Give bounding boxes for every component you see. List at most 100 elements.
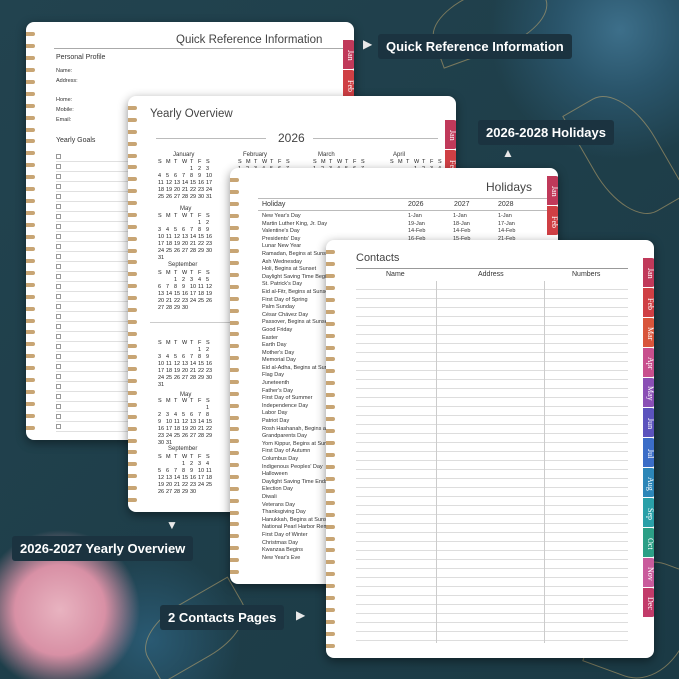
contact-row[interactable] xyxy=(356,551,628,560)
checkbox[interactable] xyxy=(56,184,61,189)
month-tab-may[interactable]: May xyxy=(643,378,654,407)
checkbox[interactable] xyxy=(56,254,61,259)
ring-icon xyxy=(128,486,137,490)
checkbox[interactable] xyxy=(56,194,61,199)
checkbox[interactable] xyxy=(56,224,61,229)
contact-row[interactable] xyxy=(356,506,628,515)
checkbox[interactable] xyxy=(56,314,61,319)
contact-row[interactable] xyxy=(356,398,628,407)
checkbox[interactable] xyxy=(56,264,61,269)
checkbox[interactable] xyxy=(56,324,61,329)
contact-row[interactable] xyxy=(356,353,628,362)
contact-row[interactable] xyxy=(356,434,628,443)
contact-row[interactable] xyxy=(356,488,628,497)
ring-icon xyxy=(26,294,35,299)
ring-icon xyxy=(326,560,335,565)
ring-icon xyxy=(230,546,239,551)
month-tab-jan[interactable]: Jan xyxy=(547,176,558,205)
checkbox[interactable] xyxy=(56,394,61,399)
contact-row[interactable] xyxy=(356,587,628,596)
month-tab-jan[interactable]: Jan xyxy=(445,120,456,149)
month-tabs: Jan Feb xyxy=(343,40,354,99)
month-tab-feb[interactable]: Feb xyxy=(643,288,654,317)
checkbox[interactable] xyxy=(56,174,61,179)
contact-row[interactable] xyxy=(356,497,628,506)
checkbox[interactable] xyxy=(56,244,61,249)
contact-row[interactable] xyxy=(356,443,628,452)
month-tab-jan[interactable]: Jan xyxy=(643,258,654,287)
month-tab-dec[interactable]: Dec xyxy=(643,588,654,617)
contact-row[interactable] xyxy=(356,533,628,542)
checkbox[interactable] xyxy=(56,164,61,169)
ring-icon xyxy=(230,379,239,384)
contact-row[interactable] xyxy=(356,479,628,488)
month-tab-aug[interactable]: Aug xyxy=(643,468,654,497)
contact-row[interactable] xyxy=(356,416,628,425)
contact-row[interactable] xyxy=(356,515,628,524)
contact-row[interactable] xyxy=(356,281,628,290)
holiday-date: 1-Jan xyxy=(408,213,422,219)
contact-row[interactable] xyxy=(356,407,628,416)
contact-row[interactable] xyxy=(356,308,628,317)
checkbox[interactable] xyxy=(56,284,61,289)
holiday-date: 14-Feb xyxy=(453,228,471,235)
month-tab-jul[interactable]: Jul xyxy=(643,438,654,467)
month-label: May xyxy=(180,206,192,212)
contact-row[interactable] xyxy=(356,578,628,587)
checkbox[interactable] xyxy=(56,354,61,359)
checkbox[interactable] xyxy=(56,274,61,279)
checkbox[interactable] xyxy=(56,294,61,299)
contact-row[interactable] xyxy=(356,524,628,533)
checkbox[interactable] xyxy=(56,364,61,369)
checkbox[interactable] xyxy=(56,414,61,419)
contact-row[interactable] xyxy=(356,470,628,479)
contact-row[interactable] xyxy=(356,569,628,578)
month-tab-oct[interactable]: Oct xyxy=(643,528,654,557)
contact-row[interactable] xyxy=(356,380,628,389)
checkbox[interactable] xyxy=(56,344,61,349)
month-tab-jan[interactable]: Jan xyxy=(343,40,354,69)
month-tab-feb[interactable]: Feb xyxy=(343,70,354,99)
field-mobile: Mobile: xyxy=(56,107,74,113)
contact-row[interactable] xyxy=(356,317,628,326)
ring-icon xyxy=(26,67,35,72)
month-tab-feb[interactable]: Feb xyxy=(547,206,558,235)
contact-row[interactable] xyxy=(356,362,628,371)
contact-row[interactable] xyxy=(356,425,628,434)
arrow-icon: ▲ xyxy=(502,146,514,160)
contact-row[interactable] xyxy=(356,371,628,380)
checkbox[interactable] xyxy=(56,424,61,429)
contact-row[interactable] xyxy=(356,560,628,569)
month-tab-jun[interactable]: Jun xyxy=(643,408,654,437)
checkbox[interactable] xyxy=(56,404,61,409)
contact-row[interactable] xyxy=(356,614,628,623)
checkbox[interactable] xyxy=(56,384,61,389)
month-tab-apr[interactable]: Apr xyxy=(643,348,654,377)
checkbox[interactable] xyxy=(56,154,61,159)
contact-row[interactable] xyxy=(356,326,628,335)
contact-row[interactable] xyxy=(356,335,628,344)
contact-row[interactable] xyxy=(356,344,628,353)
month-tab-sep[interactable]: Sep xyxy=(643,498,654,527)
checkbox[interactable] xyxy=(56,304,61,309)
contact-row[interactable] xyxy=(356,623,628,632)
month-tab-nov[interactable]: Nov xyxy=(643,558,654,587)
contact-row[interactable] xyxy=(356,389,628,398)
checkbox[interactable] xyxy=(56,204,61,209)
checkbox[interactable] xyxy=(56,214,61,219)
contact-row[interactable] xyxy=(356,452,628,461)
contact-row[interactable] xyxy=(356,542,628,551)
checkbox[interactable] xyxy=(56,334,61,339)
field-name: Name: xyxy=(56,68,73,74)
checkbox[interactable] xyxy=(56,234,61,239)
contact-row[interactable] xyxy=(356,290,628,299)
contact-row[interactable] xyxy=(356,632,628,641)
checkbox[interactable] xyxy=(56,374,61,379)
year-label: 2026 xyxy=(278,131,305,145)
field-email: Email: xyxy=(56,117,72,123)
month-tab-mar[interactable]: Mar xyxy=(643,318,654,347)
contact-row[interactable] xyxy=(356,299,628,308)
contact-row[interactable] xyxy=(356,596,628,605)
contact-row[interactable] xyxy=(356,605,628,614)
contact-row[interactable] xyxy=(356,461,628,470)
